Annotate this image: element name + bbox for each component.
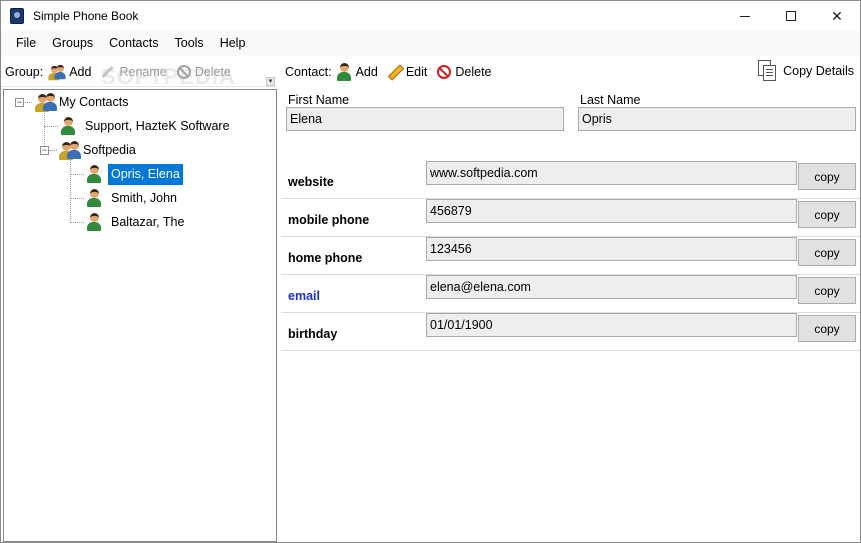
copy-birthday-button[interactable]: copy <box>798 315 856 342</box>
tree-item-opris-elena[interactable]: Opris, Elena <box>86 163 183 185</box>
menu-groups[interactable]: Groups <box>44 31 101 56</box>
first-name-field[interactable]: Elena <box>286 107 564 131</box>
field-row-website: website www.softpedia.com copy <box>281 161 860 199</box>
copy-home-phone-button[interactable]: copy <box>798 239 856 266</box>
menu-contacts[interactable]: Contacts <box>101 31 166 56</box>
phonebook-app-icon <box>10 8 24 24</box>
close-button[interactable]: ✕ <box>814 1 860 31</box>
tree-label: Softpedia <box>83 142 136 157</box>
delete-icon <box>437 65 452 79</box>
window-title: Simple Phone Book <box>33 9 139 23</box>
menu-help[interactable]: Help <box>212 31 254 56</box>
birthday-field[interactable]: 01/01/1900 <box>426 313 797 337</box>
maximize-icon <box>786 11 796 21</box>
contact-toolbar-label: Contact: <box>285 65 332 79</box>
field-row-mobile-phone: mobile phone 456879 copy <box>281 199 860 237</box>
app-window: Simple Phone Book ✕ File Groups Contacts… <box>0 0 861 543</box>
delete-contact-label: Delete <box>455 65 492 79</box>
tree-label: Baltazar, The <box>111 214 185 229</box>
tree-item-my-contacts[interactable]: My Contacts <box>34 91 131 113</box>
add-contact-label: Add <box>355 65 378 79</box>
delete-contact-button[interactable]: Delete <box>437 65 492 79</box>
field-label: home phone <box>288 251 363 265</box>
contact-icon <box>86 189 102 207</box>
tree-label: My Contacts <box>59 94 129 109</box>
toolbar-overflow-button[interactable]: ▾ <box>266 77 275 86</box>
last-name-label: Last Name <box>580 93 641 107</box>
group-icon <box>34 93 57 112</box>
contact-toolbar: Contact: Add Edit Delete Copy Details <box>281 57 860 87</box>
field-label: website <box>288 175 334 189</box>
copy-email-button[interactable]: copy <box>798 277 856 304</box>
last-name-field[interactable]: Opris <box>578 107 856 131</box>
add-contact-button[interactable]: Add <box>336 63 378 81</box>
mobile-phone-field[interactable]: 456879 <box>426 199 797 223</box>
field-label: birthday <box>288 327 338 341</box>
maximize-button[interactable] <box>768 1 814 31</box>
home-phone-field[interactable]: 123456 <box>426 237 797 261</box>
contact-icon <box>60 117 76 135</box>
contact-details-panel: First Name Elena Last Name Opris website… <box>281 89 860 542</box>
first-name-label: First Name <box>288 93 350 107</box>
field-row-birthday: birthday 01/01/1900 copy <box>281 313 860 351</box>
field-label[interactable]: email <box>288 289 320 303</box>
tree-label: Support, HazteK Software <box>85 118 230 133</box>
email-field[interactable]: elena@elena.com <box>426 275 797 299</box>
menu-bar: File Groups Contacts Tools Help <box>1 31 860 56</box>
contact-add-icon <box>336 63 352 81</box>
minimize-button[interactable] <box>722 1 768 31</box>
tree-item-softpedia[interactable]: Softpedia <box>58 139 139 161</box>
watermark: SOFTPEDIA <box>101 64 236 89</box>
tree-item-baltazar-the[interactable]: Baltazar, The <box>86 211 187 233</box>
copy-details-button[interactable]: Copy Details <box>758 60 854 82</box>
add-group-button[interactable]: Add <box>47 63 91 81</box>
title-bar: Simple Phone Book ✕ <box>1 1 860 31</box>
copy-document-icon <box>758 60 778 82</box>
field-label: mobile phone <box>288 213 370 227</box>
pencil-icon <box>388 65 402 79</box>
expand-toggle-my-contacts[interactable]: − <box>15 98 24 107</box>
contact-icon <box>86 213 102 231</box>
menu-tools[interactable]: Tools <box>167 31 212 56</box>
website-field[interactable]: www.softpedia.com <box>426 161 797 185</box>
field-row-email: email elena@elena.com copy <box>281 275 860 313</box>
copy-website-button[interactable]: copy <box>798 163 856 190</box>
field-row-home-phone: home phone 123456 copy <box>281 237 860 275</box>
group-icon <box>58 141 81 160</box>
tree-item-smith-john[interactable]: Smith, John <box>86 187 180 209</box>
menu-file[interactable]: File <box>8 31 44 56</box>
tree-item-support-haztek[interactable]: Support, HazteK Software <box>60 115 233 137</box>
copy-mobile-phone-button[interactable]: copy <box>798 201 856 228</box>
edit-contact-button[interactable]: Edit <box>388 65 428 79</box>
expand-toggle-softpedia[interactable]: − <box>40 146 49 155</box>
copy-details-label: Copy Details <box>783 64 854 78</box>
contacts-tree[interactable]: − My Contacts Support, HazteK Software −… <box>3 89 277 542</box>
tree-label: Smith, John <box>111 190 178 205</box>
close-icon: ✕ <box>831 7 843 24</box>
tree-label: Opris, Elena <box>108 163 183 185</box>
contact-icon <box>86 165 102 183</box>
add-group-label: Add <box>69 64 92 79</box>
minimize-icon <box>740 15 750 17</box>
group-add-icon <box>47 63 66 81</box>
edit-contact-label: Edit <box>405 65 428 79</box>
group-toolbar-label: Group: <box>5 64 44 79</box>
